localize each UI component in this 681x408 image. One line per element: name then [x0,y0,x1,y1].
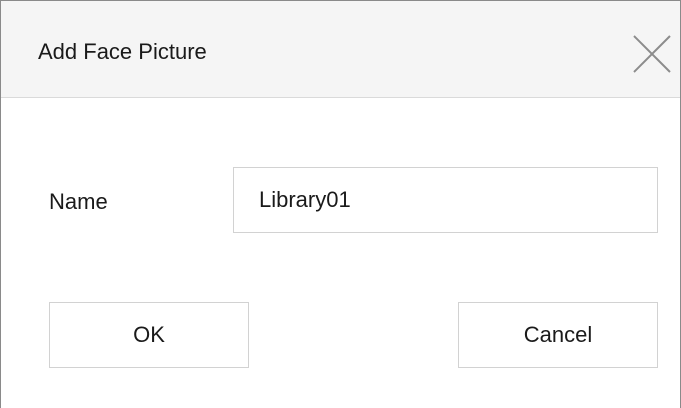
add-face-picture-dialog: Add Face Picture Name OK Cancel [0,0,681,408]
close-button[interactable] [632,34,672,74]
cancel-button[interactable]: Cancel [458,302,658,368]
close-icon [633,35,671,73]
name-label: Name [49,189,108,214]
dialog-header: Add Face Picture [1,1,680,98]
dialog-title: Add Face Picture [38,39,207,64]
name-input[interactable] [233,167,658,233]
ok-button[interactable]: OK [49,302,249,368]
